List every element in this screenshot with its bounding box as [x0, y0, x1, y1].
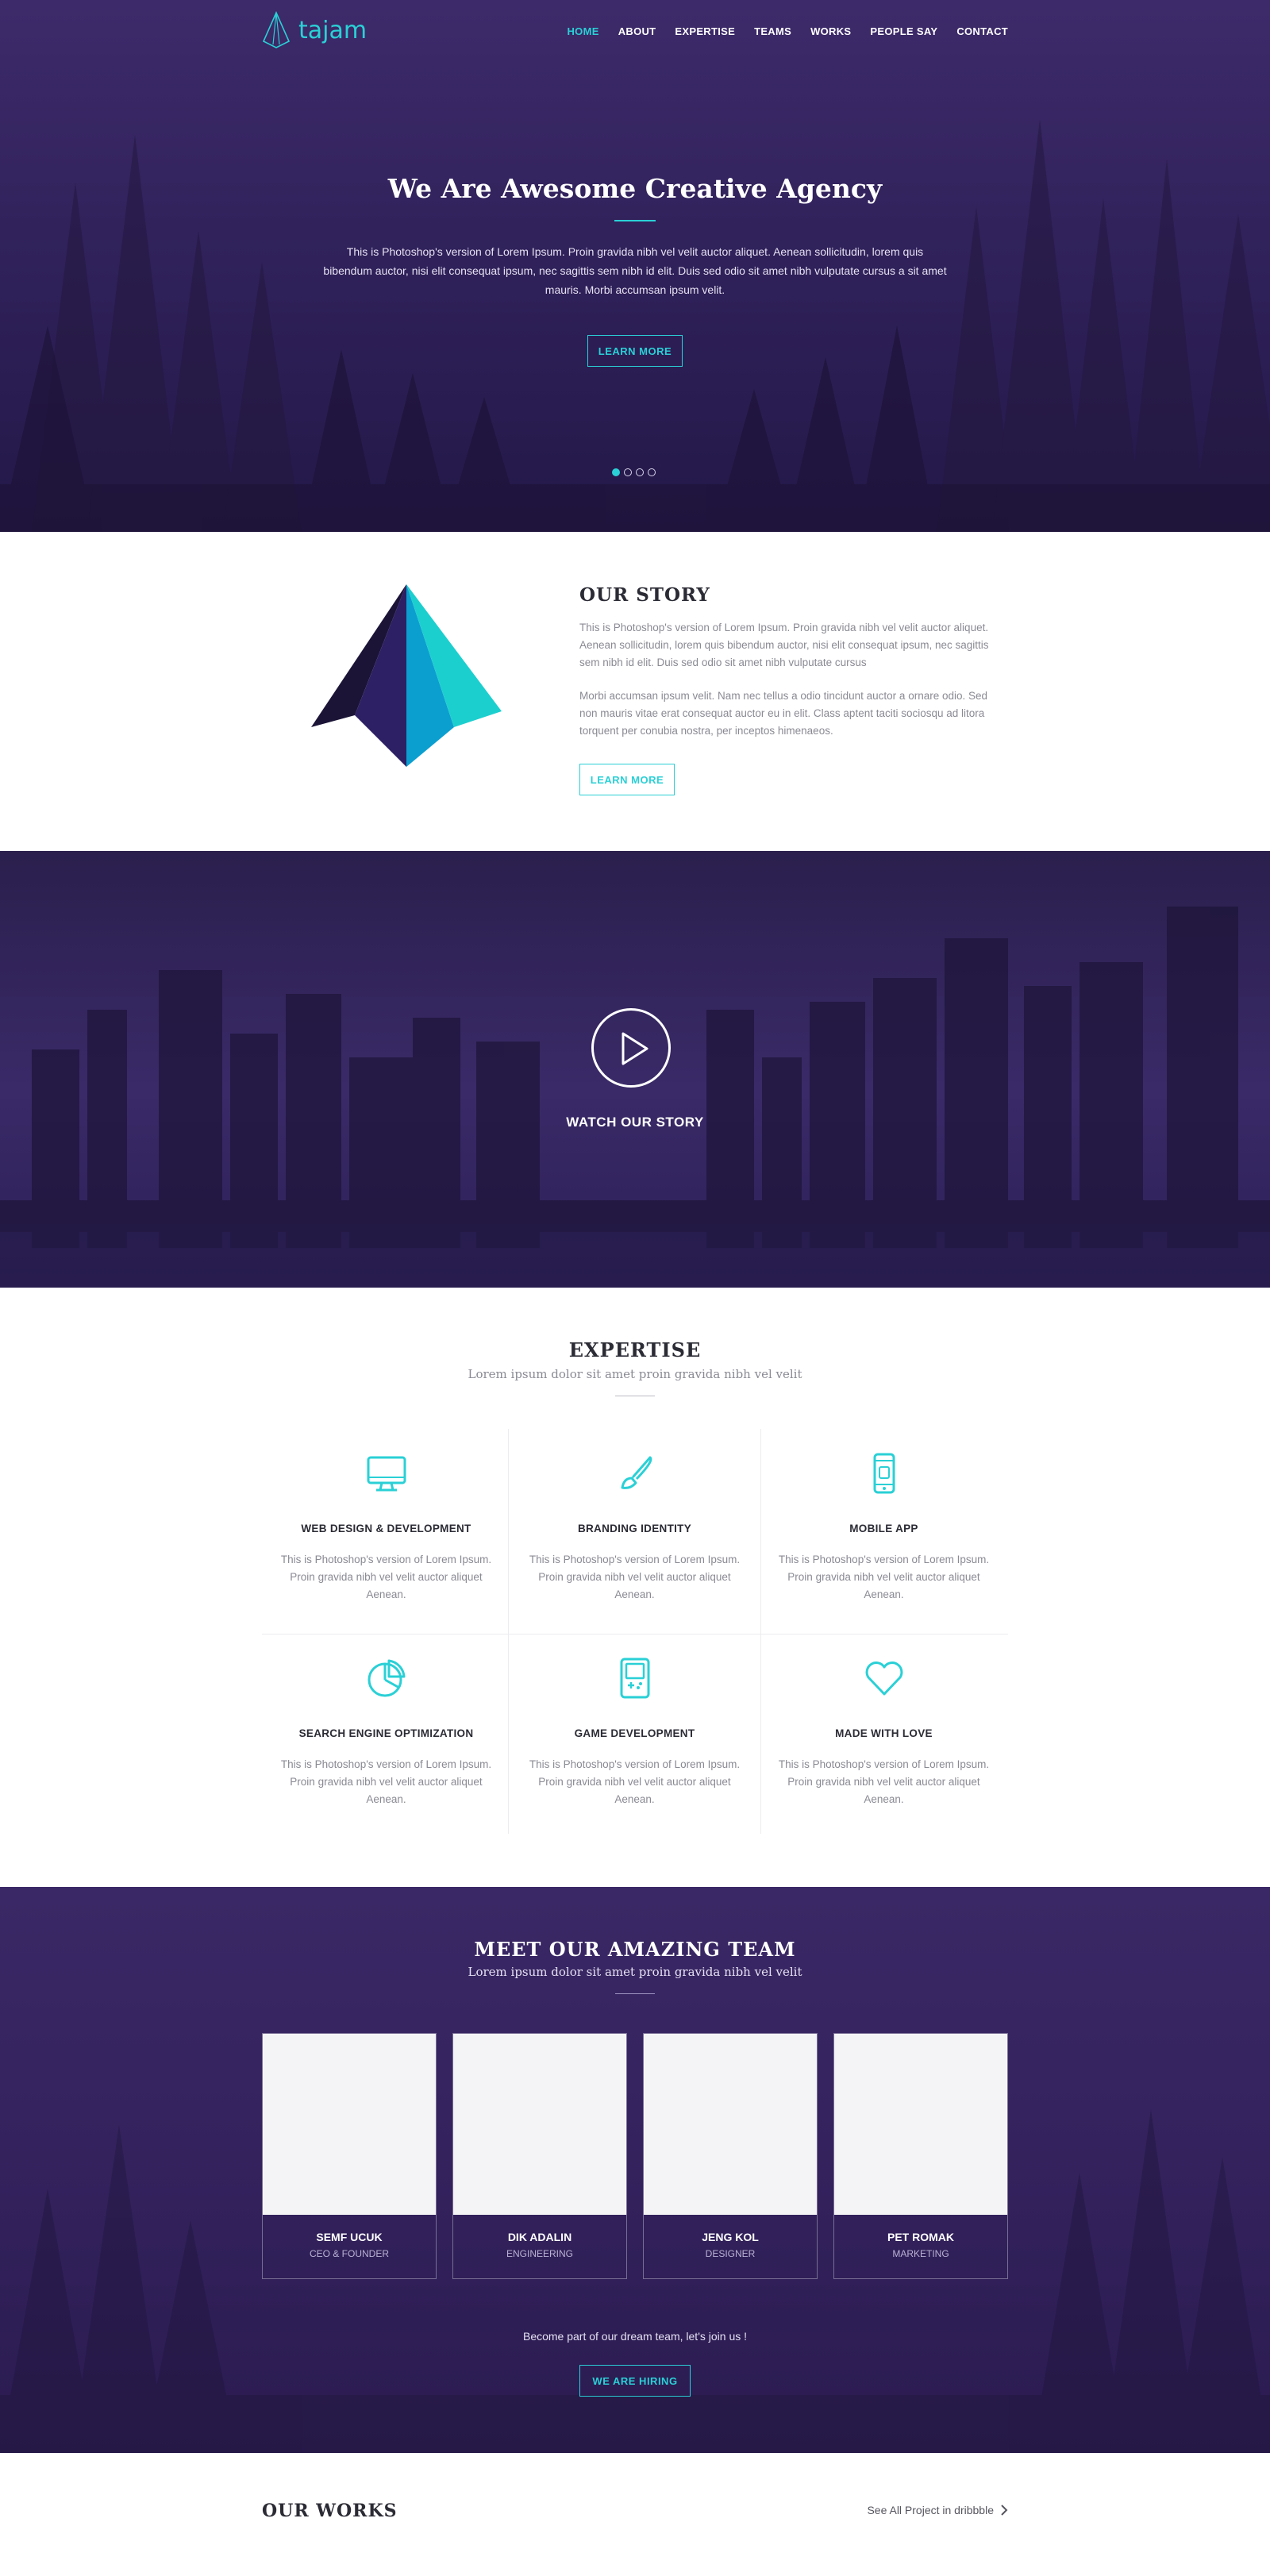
- expertise-card-title: BRANDING IDENTITY: [577, 1523, 692, 1534]
- member-name: DIK ADALIN: [507, 2231, 572, 2243]
- heart-icon: [865, 1662, 903, 1696]
- team-section: MEET OUR AMAZING TEAM Lorem ipsum dolor …: [0, 1887, 1270, 2453]
- expertise-subtitle: Lorem ipsum dolor sit amet proin gravida…: [468, 1367, 802, 1381]
- hero-section: tajam HOME ABOUT EXPERTISE TEAMS WORKS P…: [0, 0, 1270, 532]
- nav-home[interactable]: HOME: [567, 25, 598, 37]
- expertise-card-title: WEB DESIGN & DEVELOPMENT: [301, 1523, 471, 1534]
- logo[interactable]: tajam: [262, 11, 367, 49]
- expertise-card-text: This is Photoshop's version of Lorem Ips…: [778, 1554, 990, 1600]
- works-title: OUR WORKS: [262, 2501, 398, 2521]
- expertise-card: MADE WITH LOVE This is Photoshop's versi…: [760, 1634, 1008, 1839]
- expertise-card-text: This is Photoshop's version of Lorem Ips…: [778, 1758, 990, 1805]
- expertise-card: MOBILE APP This is Photoshop's version o…: [760, 1429, 1008, 1634]
- slider-pagination: [612, 468, 656, 476]
- expertise-card-text: This is Photoshop's version of Lorem Ips…: [280, 1758, 492, 1805]
- member-photo: [263, 2034, 436, 2215]
- member-name: JENG KOL: [702, 2231, 759, 2243]
- top-navigation: tajam HOME ABOUT EXPERTISE TEAMS WORKS P…: [262, 0, 1008, 64]
- pyramid-logo-icon: [262, 11, 291, 48]
- expertise-section: EXPERTISE Lorem ipsum dolor sit amet pro…: [0, 1288, 1270, 1887]
- slider-dot-3[interactable]: [636, 468, 644, 476]
- team-divider: [615, 1993, 655, 1994]
- member-photo: [834, 2034, 1007, 2215]
- play-video-button[interactable]: [591, 1008, 671, 1088]
- expertise-card: BRANDING IDENTITY This is Photoshop's ve…: [510, 1429, 759, 1634]
- expertise-card: GAME DEVELOPMENT This is Photoshop's ver…: [510, 1634, 759, 1839]
- nav-contact[interactable]: CONTACT: [956, 25, 1008, 37]
- expertise-card-text: This is Photoshop's version of Lorem Ips…: [529, 1554, 741, 1600]
- team-member-card[interactable]: DIK ADALIN ENGINEERING: [452, 2033, 627, 2279]
- story-paragraph-2: Morbi accumsan ipsum velit. Nam nec tell…: [579, 690, 988, 737]
- expertise-title: EXPERTISE: [568, 1338, 702, 1361]
- member-photo: [453, 2034, 626, 2215]
- expertise-card-title: MOBILE APP: [849, 1523, 918, 1534]
- hero-description: This is Photoshop's version of Lorem Ips…: [323, 245, 947, 296]
- main-menu: HOME ABOUT EXPERTISE TEAMS WORKS PEOPLE …: [567, 25, 1008, 37]
- nav-expertise[interactable]: EXPERTISE: [675, 25, 735, 37]
- expertise-card-title: MADE WITH LOVE: [835, 1727, 933, 1739]
- see-all-projects-label: See All Project in dribbble: [867, 2504, 994, 2516]
- hero-learn-more-button[interactable]: LEARN MORE: [587, 335, 683, 367]
- expertise-card: SEARCH ENGINE OPTIMIZATION This is Photo…: [262, 1634, 510, 1839]
- expertise-card-text: This is Photoshop's version of Lorem Ips…: [529, 1758, 741, 1805]
- video-section: WATCH OUR STORY: [0, 851, 1270, 1288]
- our-story-section: OUR STORY This is Photoshop's version of…: [0, 532, 1270, 851]
- member-name: SEMF UCUK: [316, 2231, 383, 2243]
- expertise-card-text: This is Photoshop's version of Lorem Ips…: [280, 1554, 492, 1600]
- story-title: OUR STORY: [579, 584, 710, 606]
- logo-text: tajam: [298, 16, 368, 44]
- slider-dot-4[interactable]: [648, 468, 656, 476]
- pyramid-illustration: [311, 584, 502, 767]
- see-all-projects-link[interactable]: See All Project in dribbble: [867, 2504, 1008, 2516]
- story-learn-more-button[interactable]: LEARN MORE: [579, 764, 675, 795]
- join-team-text: Become part of our dream team, let's joi…: [522, 2330, 748, 2343]
- team-subtitle: Lorem ipsum dolor sit amet proin gravida…: [468, 1965, 802, 1979]
- we-are-hiring-button[interactable]: WE ARE HIRING: [579, 2365, 691, 2397]
- expertise-card: WEB DESIGN & DEVELOPMENT This is Photosh…: [262, 1429, 510, 1634]
- team-member-card[interactable]: JENG KOL DESIGNER: [643, 2033, 818, 2279]
- slider-dot-2[interactable]: [624, 468, 632, 476]
- member-role: ENGINEERING: [506, 2248, 573, 2259]
- hero-title: We Are Awesome Creative Agency: [387, 173, 883, 204]
- our-works-section: OUR WORKS See All Project in dribbble: [0, 2453, 1270, 2576]
- member-role: CEO & FOUNDER: [309, 2248, 389, 2259]
- team-title: MEET OUR AMAZING TEAM: [474, 1938, 796, 1961]
- nav-teams[interactable]: TEAMS: [754, 25, 791, 37]
- hero-divider: [614, 220, 656, 221]
- team-cards: SEMF UCUK CEO & FOUNDER DIK ADALIN ENGIN…: [262, 2033, 1008, 2279]
- member-photo: [644, 2034, 817, 2215]
- member-role: DESIGNER: [705, 2248, 756, 2259]
- watch-story-label[interactable]: WATCH OUR STORY: [0, 1115, 1270, 1130]
- brush-icon: [621, 1456, 652, 1489]
- nav-works[interactable]: WORKS: [810, 25, 851, 37]
- nav-people-say[interactable]: PEOPLE SAY: [870, 25, 937, 37]
- play-icon: [622, 1032, 648, 1065]
- monitor-icon: [367, 1456, 406, 1492]
- forest-background-image: [0, 119, 1270, 532]
- story-paragraph-1: This is Photoshop's version of Lorem Ips…: [579, 622, 989, 668]
- team-member-card[interactable]: SEMF UCUK CEO & FOUNDER: [262, 2033, 437, 2279]
- phone-icon: [873, 1453, 895, 1494]
- chevron-right-icon: [1001, 2505, 1008, 2516]
- team-member-card[interactable]: PET ROMAK MARKETING: [833, 2033, 1008, 2279]
- slider-dot-1[interactable]: [612, 468, 620, 476]
- pie-chart-icon: [368, 1659, 406, 1697]
- nav-about[interactable]: ABOUT: [618, 25, 656, 37]
- gameboy-icon: [620, 1658, 650, 1699]
- member-name: PET ROMAK: [887, 2231, 954, 2243]
- expertise-card-title: GAME DEVELOPMENT: [574, 1727, 695, 1739]
- expertise-grid: WEB DESIGN & DEVELOPMENT This is Photosh…: [262, 1429, 1008, 1842]
- expertise-card-title: SEARCH ENGINE OPTIMIZATION: [298, 1727, 474, 1739]
- member-role: MARKETING: [892, 2248, 949, 2259]
